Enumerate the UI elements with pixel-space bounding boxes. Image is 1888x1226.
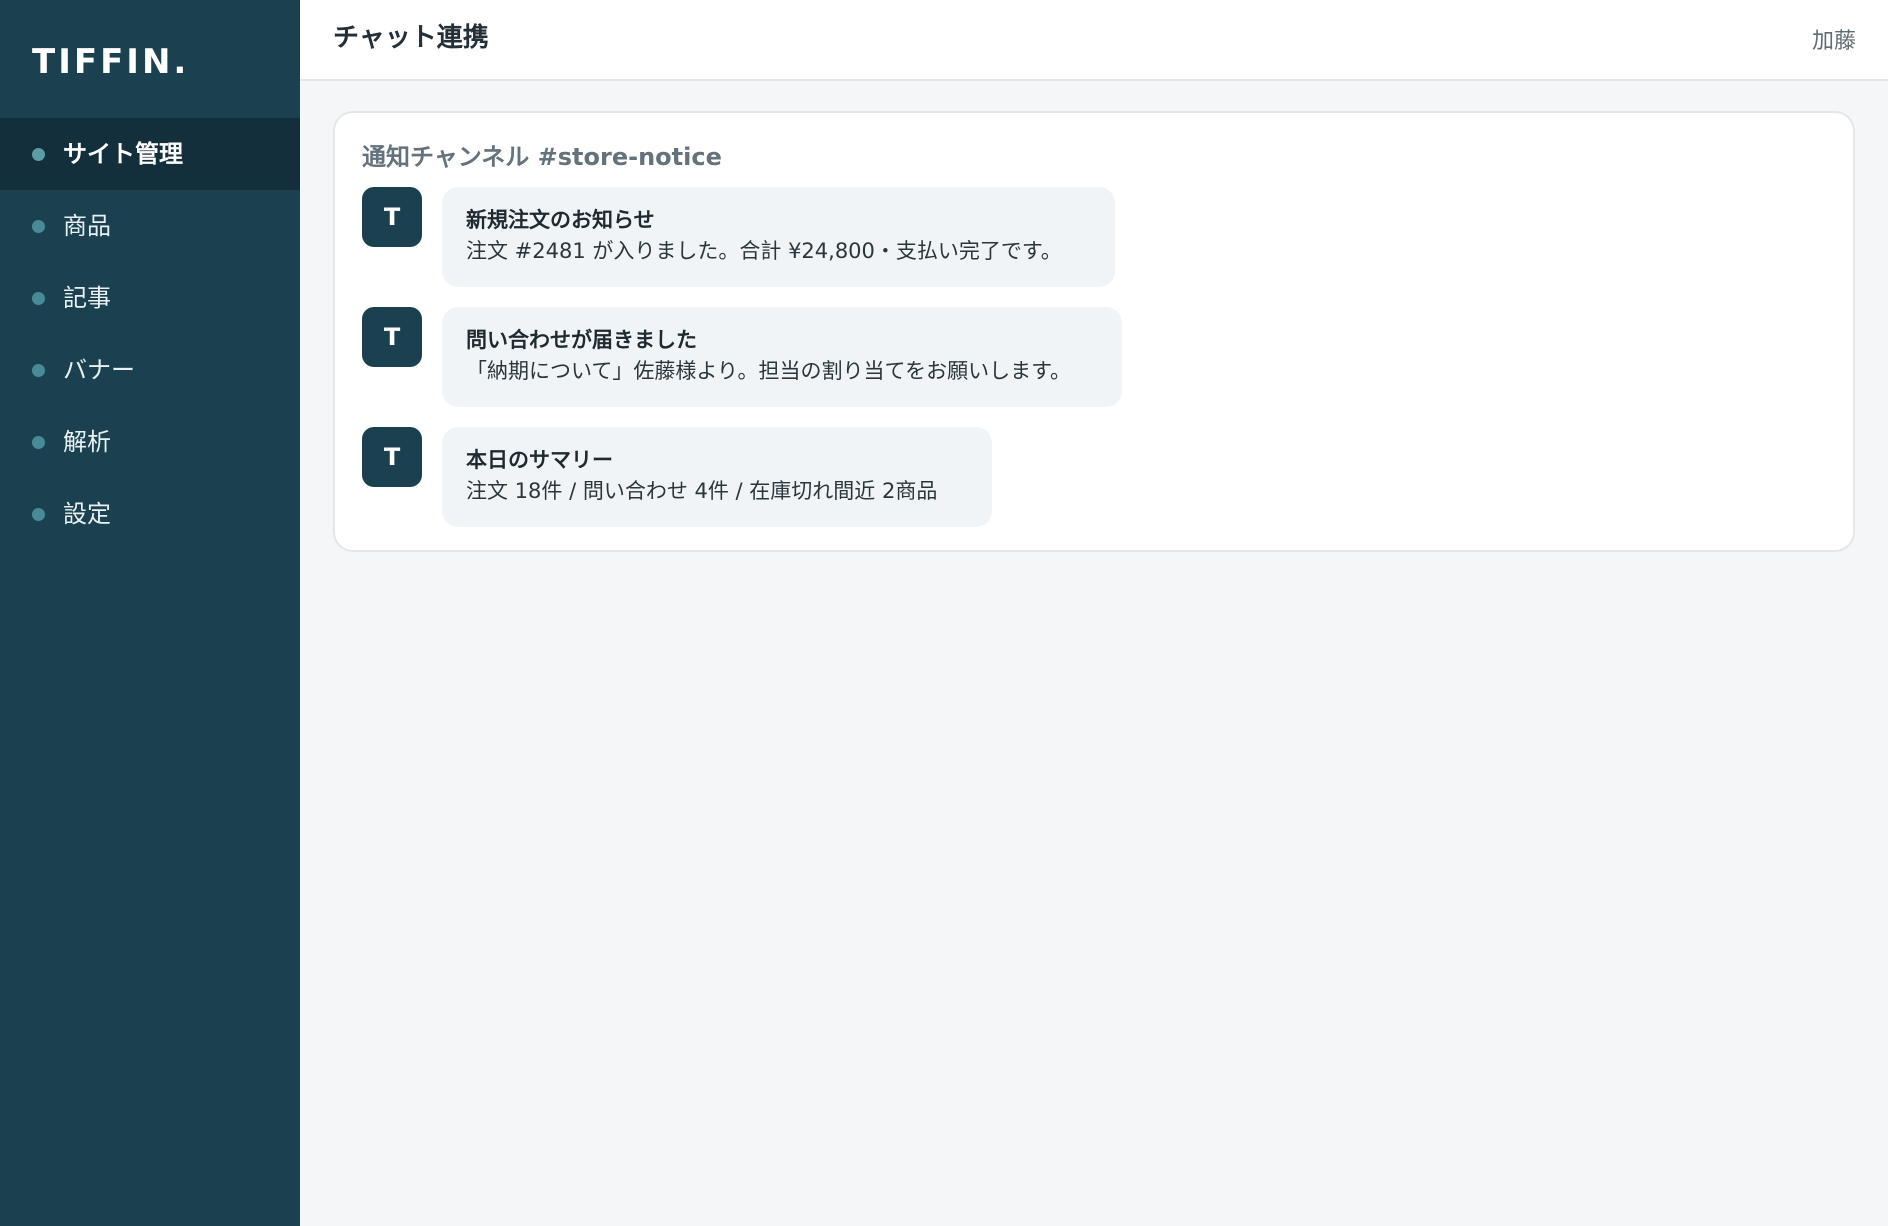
message-bubble: 問い合わせが届きました 「納期について」佐藤様より。担当の割り当てをお願いします… [442,307,1122,407]
message-body: 「納期について」佐藤様より。担当の割り当てをお願いします。 [466,359,1072,383]
page-title: チャット連携 [333,23,489,53]
message-body: 注文 18件 / 問い合わせ 4件 / 在庫切れ間近 2商品 [466,479,938,503]
bullet-dot-icon [32,291,45,305]
bot-avatar: T [362,187,422,247]
sidebar-nav: サイト管理 商品 記事 バナー 解析 設定 [0,118,300,550]
sidebar-item-site-management[interactable]: サイト管理 [0,118,300,190]
bot-avatar: T [362,427,422,487]
chat-message: T 問い合わせが届きました 「納期について」佐藤様より。担当の割り当てをお願いし… [362,307,1122,407]
chat-message: T 新規注文のお知らせ 注文 #2481 が入りました。合計 ¥24,800・支… [362,187,1115,287]
bullet-dot-icon [32,147,45,161]
bullet-dot-icon [32,435,45,449]
message-title: 問い合わせが届きました [466,328,697,352]
sidebar-item-products[interactable]: 商品 [0,190,300,262]
channel-card: 通知チャンネル #store-notice T 新規注文のお知らせ 注文 #24… [333,111,1855,552]
bullet-dot-icon [32,507,45,521]
sidebar-item-analytics[interactable]: 解析 [0,406,300,478]
sidebar-item-settings[interactable]: 設定 [0,478,300,550]
bullet-dot-icon [32,219,45,233]
sidebar-item-label: 商品 [63,212,111,240]
top-header: チャット連携 加藤 [300,0,1888,81]
message-bubble: 新規注文のお知らせ 注文 #2481 が入りました。合計 ¥24,800・支払い… [442,187,1115,287]
message-bubble: 本日のサマリー 注文 18件 / 問い合わせ 4件 / 在庫切れ間近 2商品 [442,427,992,527]
sidebar-item-label: バナー [63,356,135,384]
sidebar-item-label: 記事 [63,284,111,312]
message-body: 注文 #2481 が入りました。合計 ¥24,800・支払い完了です。 [466,239,1062,263]
user-menu[interactable]: 加藤 [1812,27,1856,57]
message-title: 本日のサマリー [466,448,613,472]
sidebar-item-label: 解析 [63,428,111,456]
sidebar-item-label: サイト管理 [63,140,183,168]
channel-title: 通知チャンネル #store-notice [362,143,722,171]
bullet-dot-icon [32,363,45,377]
sidebar-item-label: 設定 [63,500,111,528]
app-root: TIFFIN. サイト管理 商品 記事 バナー 解析 設定 チャット連携 加藤 … [0,0,1888,1226]
sidebar-item-banners[interactable]: バナー [0,334,300,406]
brand-logo[interactable]: TIFFIN. [32,40,189,84]
message-title: 新規注文のお知らせ [466,208,655,232]
bot-avatar: T [362,307,422,367]
sidebar-item-articles[interactable]: 記事 [0,262,300,334]
sidebar: TIFFIN. サイト管理 商品 記事 バナー 解析 設定 [0,0,300,1226]
chat-message: T 本日のサマリー 注文 18件 / 問い合わせ 4件 / 在庫切れ間近 2商品 [362,427,992,527]
